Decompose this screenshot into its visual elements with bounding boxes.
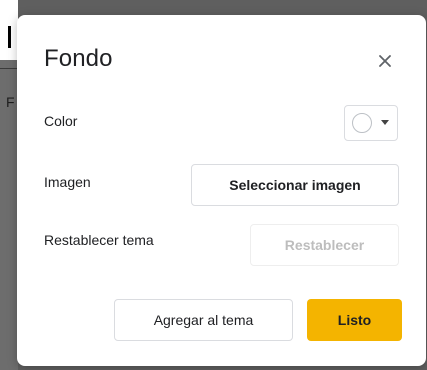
image-label: Imagen [44, 174, 91, 190]
reset-button[interactable]: Restablecer [250, 224, 399, 266]
close-icon [379, 55, 391, 67]
color-swatch [352, 113, 372, 133]
reset-theme-label: Restablecer tema [44, 232, 154, 248]
chevron-down-icon [381, 120, 389, 125]
background-divider [0, 68, 18, 69]
background-text-fragment [8, 26, 11, 48]
select-image-button[interactable]: Seleccionar imagen [191, 164, 399, 206]
color-label: Color [44, 113, 78, 129]
background-dialog: Fondo Color Imagen Seleccionar imagen Re… [17, 15, 426, 366]
background-text-fragment-letter: F [6, 94, 15, 110]
dialog-title: Fondo [44, 45, 113, 72]
color-picker-dropdown[interactable] [344, 105, 398, 141]
done-button[interactable]: Listo [307, 299, 402, 341]
add-to-theme-button[interactable]: Agregar al tema [114, 299, 293, 341]
close-button[interactable] [374, 50, 396, 72]
